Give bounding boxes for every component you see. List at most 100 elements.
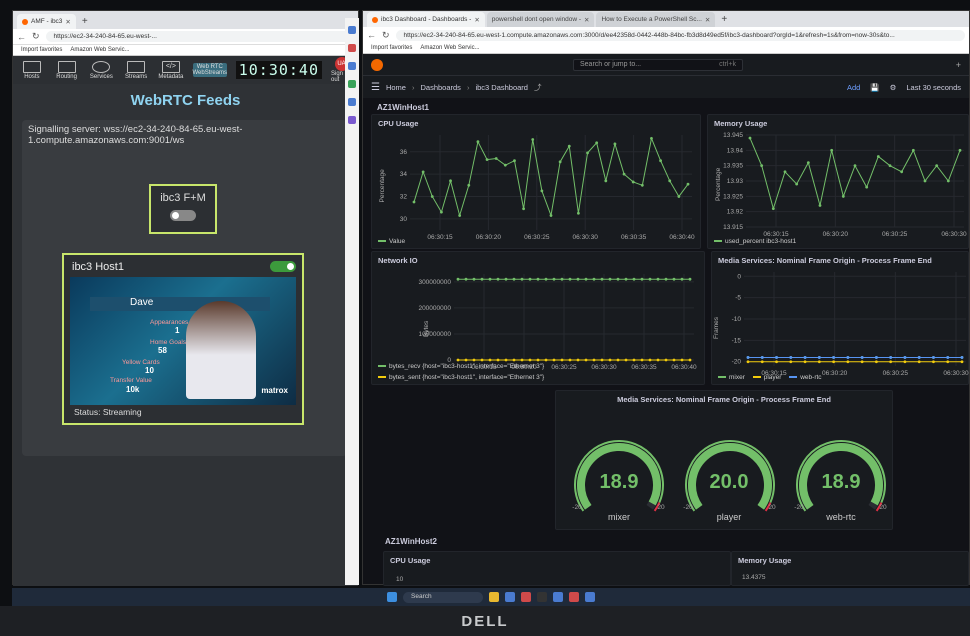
nav-metadata[interactable]: </> Metadata xyxy=(158,60,184,80)
data-point xyxy=(512,358,516,362)
save-icon[interactable]: 💾 xyxy=(870,83,879,92)
close-tab-icon[interactable]: ✕ xyxy=(474,16,479,24)
breadcrumb-dashboard[interactable]: ibc3 Dashboard xyxy=(475,83,528,92)
back-icon[interactable]: ← xyxy=(17,32,26,42)
taskbar-search[interactable]: Search xyxy=(403,591,483,603)
clock-display: 10:30:40 xyxy=(235,61,322,79)
memory-chart: 13.945 13.94 13.935 13.93 13.925 13.92 13.915 0… xyxy=(715,132,967,238)
sidebar-app-icon[interactable] xyxy=(348,44,356,52)
file-explorer-icon[interactable] xyxy=(489,592,499,602)
nav-services[interactable]: Services xyxy=(89,60,115,80)
breadcrumb-dashboards[interactable]: Dashboards xyxy=(420,83,460,92)
panel-title: Memory Usage xyxy=(738,556,792,565)
data-point xyxy=(520,277,524,281)
data-point xyxy=(624,358,628,362)
time-range-picker[interactable]: Last 30 seconds xyxy=(906,83,961,92)
services-icon xyxy=(92,60,111,73)
panel-memory-usage[interactable]: Memory Usage 13.945 13.94 13.935 13.93 13.92… xyxy=(707,114,969,249)
chart-legend: bytes_recv {host="ibc3-host1", interface… xyxy=(378,363,544,370)
data-point xyxy=(803,356,807,359)
data-point xyxy=(604,179,608,183)
edge-icon[interactable] xyxy=(505,592,515,602)
new-tab-icon[interactable]: + xyxy=(78,16,92,29)
settings-icon[interactable]: ⚙ xyxy=(890,83,897,92)
sidebar-app-icon[interactable] xyxy=(348,62,356,70)
data-point xyxy=(640,183,644,187)
close-tab-icon[interactable]: ✕ xyxy=(705,16,710,24)
sidebar-app-icon[interactable] xyxy=(348,116,356,124)
data-point xyxy=(789,360,793,364)
legend-label: used_percent ibc3-host1 xyxy=(725,238,797,245)
data-point xyxy=(672,358,676,362)
tab-bar: ibc3 Dashboard - Dashboards - ✕ powershel… xyxy=(363,11,969,27)
favorite-import[interactable]: Import favorites xyxy=(371,45,412,51)
app-icon[interactable] xyxy=(569,592,579,602)
feed-card-title: ibc3 F+M xyxy=(160,192,206,204)
panel-frames[interactable]: Media Services: Nominal Frame Origin - P… xyxy=(711,251,969,385)
gauge-label: player xyxy=(716,512,742,522)
favorite-aws[interactable]: Amazon Web Servic... xyxy=(70,47,129,53)
nav-webstreams[interactable]: Web RTC WebStreams xyxy=(192,63,227,77)
data-point xyxy=(430,195,434,198)
hosts-icon xyxy=(22,60,41,73)
refresh-icon[interactable]: ↻ xyxy=(382,30,390,41)
x-tick-label: 06:30:30 xyxy=(943,370,969,377)
data-point xyxy=(664,358,668,362)
data-point xyxy=(440,210,443,214)
panel-network-io[interactable]: Network IO 300000000 200000000 100000000 0 0… xyxy=(371,251,705,385)
legend-swatch xyxy=(378,376,386,379)
feed-toggle[interactable] xyxy=(170,210,196,221)
url-field[interactable]: https://ec2-34-240-84-65.eu-west-1.compu… xyxy=(395,29,965,41)
close-tab-icon[interactable]: ✕ xyxy=(65,18,70,26)
data-point xyxy=(946,356,950,359)
app-icon[interactable] xyxy=(585,592,595,602)
data-point xyxy=(960,356,964,359)
back-icon[interactable]: ← xyxy=(367,30,376,40)
row-title-host2[interactable]: AZ1WinHost2 xyxy=(385,537,437,546)
favorite-import[interactable]: Import favorites xyxy=(21,47,62,53)
chart-legend: Value xyxy=(378,238,405,245)
breadcrumb-home[interactable]: Home xyxy=(386,83,406,92)
x-tick-label: 06:30:30 xyxy=(941,231,967,238)
terminal-icon[interactable] xyxy=(537,592,547,602)
refresh-icon[interactable]: ↻ xyxy=(32,31,40,42)
data-point xyxy=(632,277,636,281)
sidebar-app-icon[interactable] xyxy=(348,98,356,106)
nav-hosts[interactable]: Hosts xyxy=(19,60,45,80)
data-point xyxy=(672,277,676,281)
chart-legend: used_percent ibc3-host1 xyxy=(714,238,796,245)
share-icon[interactable]: ⤴ xyxy=(534,82,542,93)
legend-swatch xyxy=(718,376,726,379)
windows-start-icon[interactable] xyxy=(387,592,397,602)
tab-howto[interactable]: How to Execute a PowerShell Sc... ✕ xyxy=(596,12,716,27)
chrome-icon[interactable] xyxy=(521,592,531,602)
url-field[interactable]: https://ec2-34-240-84-65.eu-west-... xyxy=(45,31,354,42)
feed-card-host1[interactable]: ibc3 Host1 Dave Appearances 1 Home Goals… xyxy=(62,253,304,425)
panel-memory-usage-2[interactable]: Memory Usage 13.4375 xyxy=(731,551,969,586)
app-icon[interactable] xyxy=(553,592,563,602)
sidebar-app-icon[interactable] xyxy=(348,80,356,88)
tab-dashboard[interactable]: ibc3 Dashboard - Dashboards - ✕ xyxy=(367,12,485,27)
sidebar-app-icon[interactable] xyxy=(348,26,356,34)
nav-streams[interactable]: Streams xyxy=(123,60,149,80)
feed-card-fm[interactable]: ibc3 F+M xyxy=(149,184,217,234)
new-tab-icon[interactable]: + xyxy=(717,14,731,27)
tab-powershell[interactable]: powershell dont open window - ✕ xyxy=(486,12,595,27)
panel-cpu-usage[interactable]: CPU Usage 36 34 32 30 06:30:15 06:30:20 06:30:… xyxy=(371,114,701,249)
favorite-aws[interactable]: Amazon Web Servic... xyxy=(420,45,479,51)
video-stream[interactable]: Dave Appearances 1 Home Goals 58 Yellow … xyxy=(70,277,296,405)
data-point xyxy=(688,277,692,281)
tab-amf[interactable]: AMF - ibc3 ✕ xyxy=(17,14,76,29)
panel-gauges[interactable]: Media Services: Nominal Frame Origin - P… xyxy=(555,390,893,530)
nav-routing[interactable]: Routing xyxy=(54,60,80,80)
add-button[interactable]: Add xyxy=(847,83,860,92)
grafana-logo-icon[interactable] xyxy=(371,58,383,71)
search-input[interactable]: Search or jump to... ctrl+k xyxy=(573,58,743,71)
row-title-host1[interactable]: AZ1WinHost1 xyxy=(377,103,429,112)
plus-icon[interactable]: + xyxy=(956,60,961,70)
gauge-min-label: -20 xyxy=(683,504,693,511)
menu-icon[interactable]: ☰ xyxy=(371,82,380,93)
close-tab-icon[interactable]: ✕ xyxy=(584,16,589,24)
panel-cpu-usage-2[interactable]: CPU Usage 10 xyxy=(383,551,731,586)
feed-toggle[interactable] xyxy=(270,261,296,272)
